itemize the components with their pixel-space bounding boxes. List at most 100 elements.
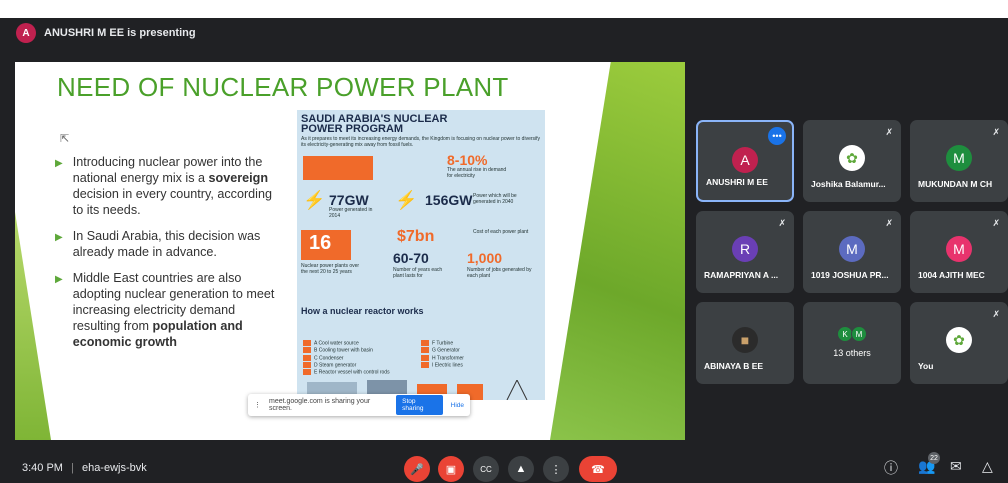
legend-item: A Cool water source [303,340,421,346]
participant-tile-ajith[interactable]: ✗ M 1004 AJITH MEC [910,211,1008,293]
legend-item: D Steam generator [303,361,421,368]
infographic-title: SAUDI ARABIA'S NUCLEAR POWER PROGRAM [301,113,448,135]
meeting-control-bar: 3:40 PM | eha-ewjs-bvk 🎤 ▣ CC ▲ ⋮ ☎ ⓘ 👥 … [0,454,1008,483]
mic-off-icon: 🎤 [410,463,424,476]
bullet-text: Introducing nuclear power into the natio… [72,155,272,217]
participant-name: You [918,361,934,371]
stat-16-caption: Nuclear power plants over the next 20 to… [301,263,360,275]
mic-off-icon: ✗ [992,127,1000,137]
presenter-avatar: A [16,23,36,43]
bullet-item: ▶ Introducing nuclear power into the nat… [55,154,280,218]
avatar: M [946,236,972,262]
hide-share-notice-button[interactable]: Hide [451,402,464,409]
how-it-works-title: How a nuclear reactor works [301,306,424,316]
share-notice-text: meet.google.com is sharing your screen. [269,398,371,412]
avatar: M [851,326,867,342]
participant-tile-anushri[interactable]: ••• A ANUSHRI M EE [696,120,794,202]
avatar: ■ [732,327,758,353]
legend-item: C Condenser [303,354,421,361]
avatar: A [732,147,758,173]
participant-tile-abinaya[interactable]: ■ ABINAYA B EE [696,302,794,384]
hang-up-icon: ☎ [591,463,605,476]
bullet-item: ▶ Middle East countries are also adoptin… [55,270,280,350]
legend-item: I Electric lines [421,361,539,368]
legend-item: E Reactor vessel with control rods [303,369,421,376]
infographic-subtitle: As it prepares to meet its increasing en… [301,136,541,148]
meeting-info: 3:40 PM | eha-ewjs-bvk [22,462,147,474]
leave-call-button[interactable]: ☎ [579,456,617,482]
more-options-button[interactable]: ⋮ [543,456,569,482]
participant-name: 1004 AJITH MEC [918,270,985,280]
stat-77gw: 77GW [329,192,369,208]
others-count: 13 others [833,348,871,358]
activities-button[interactable]: △ [982,458,993,475]
slide-decoration-left [15,212,51,440]
chat-icon: ✉ [950,458,962,474]
chat-button[interactable]: ✉ [950,458,962,475]
mic-off-icon: ✗ [885,127,893,137]
stat-7bn-caption: Cost of each power plant [473,229,529,235]
info-icon: ⓘ [884,460,898,476]
stop-sharing-button[interactable]: Stop sharing [396,395,443,415]
mouse-cursor-icon: ⇱ [60,133,70,145]
participant-tile-you[interactable]: ✗ ✿ You [910,302,1008,384]
legend-item: G Generator [421,347,539,354]
bullet-item: ▶ In Saudi Arabia, this decision was alr… [55,228,280,260]
captions-button[interactable]: CC [473,456,499,482]
avatar: ✿ [946,327,972,353]
participant-name: ANUSHRI M EE [706,177,768,187]
mic-off-icon: ✗ [992,309,1000,319]
lightning-icon: ⚡ [395,190,418,210]
participant-name: RAMAPRIYAN A ... [704,270,779,280]
captions-icon: CC [480,464,492,474]
avatar: M [839,236,865,262]
avatar: ✿ [839,145,865,171]
stat-156gw-caption: Power which will be generated in 2040 [473,193,517,205]
people-count-badge: 22 [928,452,940,464]
present-screen-icon: ▲ [515,463,527,475]
activities-icon: △ [982,458,993,474]
participant-tile-ramapriyan[interactable]: ✗ R RAMAPRIYAN A ... [696,211,794,293]
stat-rise: 8-10% [447,152,488,168]
presentation-stage: NEED OF NUCLEAR POWER PLANT ⇱ ▶ Introduc… [15,62,685,440]
browser-top-strip [0,0,1008,18]
bullet-arrow-icon: ▶ [55,158,63,169]
slide-decoration-right [550,62,685,440]
mic-off-icon: ✗ [885,218,893,228]
present-button[interactable]: ▲ [508,456,534,482]
participant-name: ABINAYA B EE [704,361,764,371]
meeting-time: 3:40 PM [22,462,63,474]
participant-tile-mukundan[interactable]: ✗ M MUKUNDAN M CH [910,120,1008,202]
stat-1000-caption: Number of jobs generated by each plant [467,267,532,279]
participant-name: 1019 JOSHUA PR... [811,270,889,280]
stat-16: 16 [309,232,332,254]
avatar: M [946,145,972,171]
stat-77gw-caption: Power generated in 2014 [329,207,373,219]
participant-tile-joshika[interactable]: ✗ ✿ Joshika Balamur... [803,120,901,202]
stat-7bn: $7bn [397,228,435,245]
participant-name: MUKUNDAN M CH [918,179,993,189]
legend-item: H Transformer [421,354,539,361]
participant-tile-others[interactable]: K M 13 others [803,302,901,384]
stat-156gw: 156GW [425,192,473,208]
camera-toggle-button[interactable]: ▣ [438,456,464,482]
presenter-label: ANUSHRI M EE is presenting [44,27,196,39]
drag-handle-icon[interactable]: ⋮ [254,401,261,409]
reactor-legend: A Cool water source F Turbine B Cooling … [303,340,539,376]
slide-bullets: ▶ Introducing nuclear power into the nat… [55,154,280,360]
mic-toggle-button[interactable]: 🎤 [404,456,430,482]
city-skyline-graphic [303,156,373,180]
stat-60-70: 60-70 [393,250,429,266]
meeting-details-button[interactable]: ⓘ [884,458,898,478]
participant-tile-joshua[interactable]: ✗ M 1019 JOSHUA PR... [803,211,901,293]
stat-rise-caption: The annual rise in demand for electricit… [447,167,507,179]
legend-item: B Cooling tower with basin [303,347,421,354]
stat-1000: 1,000 [467,250,503,266]
others-avatars: K M [837,326,867,342]
more-options-icon[interactable]: ••• [768,127,786,145]
bullet-text: Middle East countries are also adopting … [72,271,275,349]
bullet-text: In Saudi Arabia, this decision was alrea… [72,229,261,259]
more-vert-icon: ⋮ [550,463,562,476]
avatar: R [732,236,758,262]
screen-share-notice: ⋮ meet.google.com is sharing your screen… [248,394,470,416]
